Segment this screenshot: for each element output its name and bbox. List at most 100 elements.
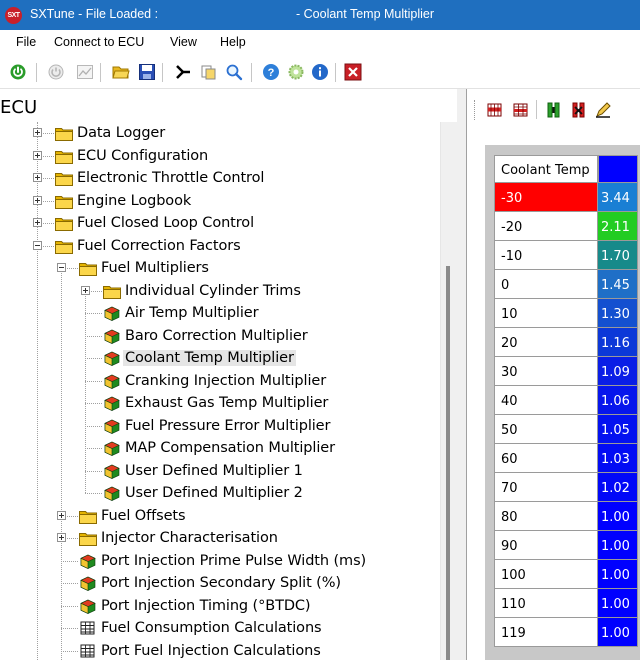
tree-item-fuel-consumption-calculations[interactable]: Fuel Consumption Calculations [0,617,440,639]
insert-row-icon[interactable] [486,101,504,119]
menu-connect-to-ecu[interactable]: Connect to ECU [54,35,144,49]
table-cell-temp[interactable]: 90 [494,531,598,560]
save-icon[interactable] [138,63,156,81]
table-cell-temp[interactable]: 70 [494,473,598,502]
collapse-icon[interactable] [57,263,66,272]
table-cell-temp[interactable]: 20 [494,328,598,357]
tree-scrollbar-thumb[interactable] [446,266,450,660]
info-icon[interactable] [311,63,329,81]
tree-item-baro-correction-multiplier[interactable]: Baro Correction Multiplier [0,325,440,347]
table-cell-multiplier[interactable]: 1.00 [598,589,638,618]
table-cell-temp[interactable]: 30 [494,357,598,386]
tree-item-data-logger[interactable]: Data Logger [0,122,440,144]
table-cell-multiplier[interactable]: 1.00 [598,560,638,589]
tree-item-port-fuel-injection-calculations[interactable]: Port Fuel Injection Calculations [0,640,440,660]
tree-item-injector-characterisation[interactable]: Injector Characterisation [0,527,440,549]
column-header-coolant-temp[interactable]: Coolant Temp [494,155,598,183]
expand-icon[interactable] [81,285,90,295]
table-cell-temp[interactable]: 119 [494,618,598,647]
table-cell-temp[interactable]: -20 [494,212,598,241]
expand-icon[interactable] [33,195,42,205]
toolbar-grip[interactable] [474,100,477,120]
help-icon[interactable]: ? [262,63,280,81]
insert-table-icon[interactable] [512,101,530,119]
map-cube-icon [103,306,121,321]
table-cell-multiplier[interactable]: 1.30 [598,299,638,328]
collapse-icon[interactable] [33,240,42,250]
table-cell-temp[interactable]: 50 [494,415,598,444]
menu-help[interactable]: Help [220,35,246,49]
tree-item-cranking-injection-multiplier[interactable]: Cranking Injection Multiplier [0,370,440,392]
table-cell-multiplier[interactable]: 3.44 [598,183,638,212]
search-icon[interactable] [225,63,243,81]
expand-icon[interactable] [33,173,42,182]
tree-item-fuel-pressure-error-multiplier[interactable]: Fuel Pressure Error Multiplier [0,415,440,437]
expand-icon[interactable] [33,218,42,227]
tree-item-air-temp-multiplier[interactable]: Air Temp Multiplier [0,302,440,324]
table-cell-multiplier[interactable]: 1.45 [598,270,638,299]
column-header-multiplier[interactable] [598,155,638,183]
table-cell-temp[interactable]: 60 [494,444,598,473]
tree-item-label: Data Logger [77,125,166,141]
table-cell-temp[interactable]: 40 [494,386,598,415]
tree-item-label: Port Injection Secondary Split (%) [101,575,341,591]
expand-icon[interactable] [57,510,66,520]
table-cell-multiplier[interactable]: 1.05 [598,415,638,444]
expand-icon[interactable] [33,128,42,137]
table-cell-multiplier[interactable]: 1.00 [598,618,638,647]
table-cell-temp[interactable]: 80 [494,502,598,531]
tree-item-label: Fuel Closed Loop Control [77,215,255,231]
table-cell-temp[interactable]: -30 [494,183,598,212]
tree-item-port-injection-secondary-split[interactable]: Port Injection Secondary Split (%) [0,572,440,594]
menu-view[interactable]: View [170,35,197,49]
table-cell-multiplier[interactable]: 1.06 [598,386,638,415]
chart-icon[interactable] [76,63,94,81]
expand-icon[interactable] [57,533,66,542]
table-cell-multiplier[interactable]: 1.09 [598,357,638,386]
edit-icon[interactable] [594,101,612,119]
tree-item-fuel-closed-loop-control[interactable]: Fuel Closed Loop Control [0,212,440,234]
tree-item-fuel-offsets[interactable]: Fuel Offsets [0,505,440,527]
tree-item-engine-logbook[interactable]: Engine Logbook [0,190,440,212]
tree-item-label: Coolant Temp Multiplier [123,350,296,366]
tree-item-fuel-correction-factors[interactable]: Fuel Correction Factors [0,235,440,257]
tree-item-label: Fuel Correction Factors [77,237,241,254]
tree-item-label: User Defined Multiplier 2 [125,485,303,501]
map-cube-icon [103,351,121,366]
tree-item-coolant-temp-multiplier[interactable]: Coolant Temp Multiplier [0,347,440,369]
open-folder-icon[interactable] [112,63,130,81]
delete-column-icon[interactable] [570,101,588,119]
table-cell-multiplier[interactable]: 1.03 [598,444,638,473]
table-cell-temp[interactable]: -10 [494,241,598,270]
tree-item-user-defined-multiplier-2[interactable]: User Defined Multiplier 2 [0,482,440,504]
table-cell-temp[interactable]: 100 [494,560,598,589]
table-cell-multiplier[interactable]: 1.02 [598,473,638,502]
send-icon[interactable] [174,63,192,81]
table-cell-multiplier[interactable]: 2.11 [598,212,638,241]
table-cell-multiplier[interactable]: 1.16 [598,328,638,357]
tree-item-ecu-configuration[interactable]: ECU Configuration [0,145,440,167]
table-cell-multiplier[interactable]: 1.00 [598,531,638,560]
split-column-icon[interactable] [545,101,563,119]
tree-item-port-injection-timing-btdc[interactable]: Port Injection Timing (°BTDC) [0,595,440,617]
menu-file[interactable]: File [16,35,36,49]
tree-item-user-defined-multiplier-1[interactable]: User Defined Multiplier 1 [0,460,440,482]
copy-icon[interactable] [200,63,218,81]
close-icon[interactable] [344,63,362,81]
table-cell-temp[interactable]: 110 [494,589,598,618]
expand-icon[interactable] [33,150,42,160]
tree-item-port-injection-prime-pulse-width-ms[interactable]: Port Injection Prime Pulse Width (ms) [0,550,440,572]
pane-splitter[interactable] [457,89,466,660]
power-icon[interactable] [9,63,27,81]
table-cell-multiplier[interactable]: 1.70 [598,241,638,270]
table-cell-multiplier[interactable]: 1.00 [598,502,638,531]
tree-item-exhaust-gas-temp-multiplier[interactable]: Exhaust Gas Temp Multiplier [0,392,440,414]
tree-item-fuel-multipliers[interactable]: Fuel Multipliers [0,257,440,279]
tree-item-map-compensation-multiplier[interactable]: MAP Compensation Multiplier [0,437,440,459]
table-cell-temp[interactable]: 10 [494,299,598,328]
tree-item-electronic-throttle-control[interactable]: Electronic Throttle Control [0,167,440,189]
table-cell-temp[interactable]: 0 [494,270,598,299]
disconnect-icon[interactable] [47,63,65,81]
tree-item-individual-cylinder-trims[interactable]: Individual Cylinder Trims [0,280,440,302]
settings-icon[interactable] [287,63,305,81]
